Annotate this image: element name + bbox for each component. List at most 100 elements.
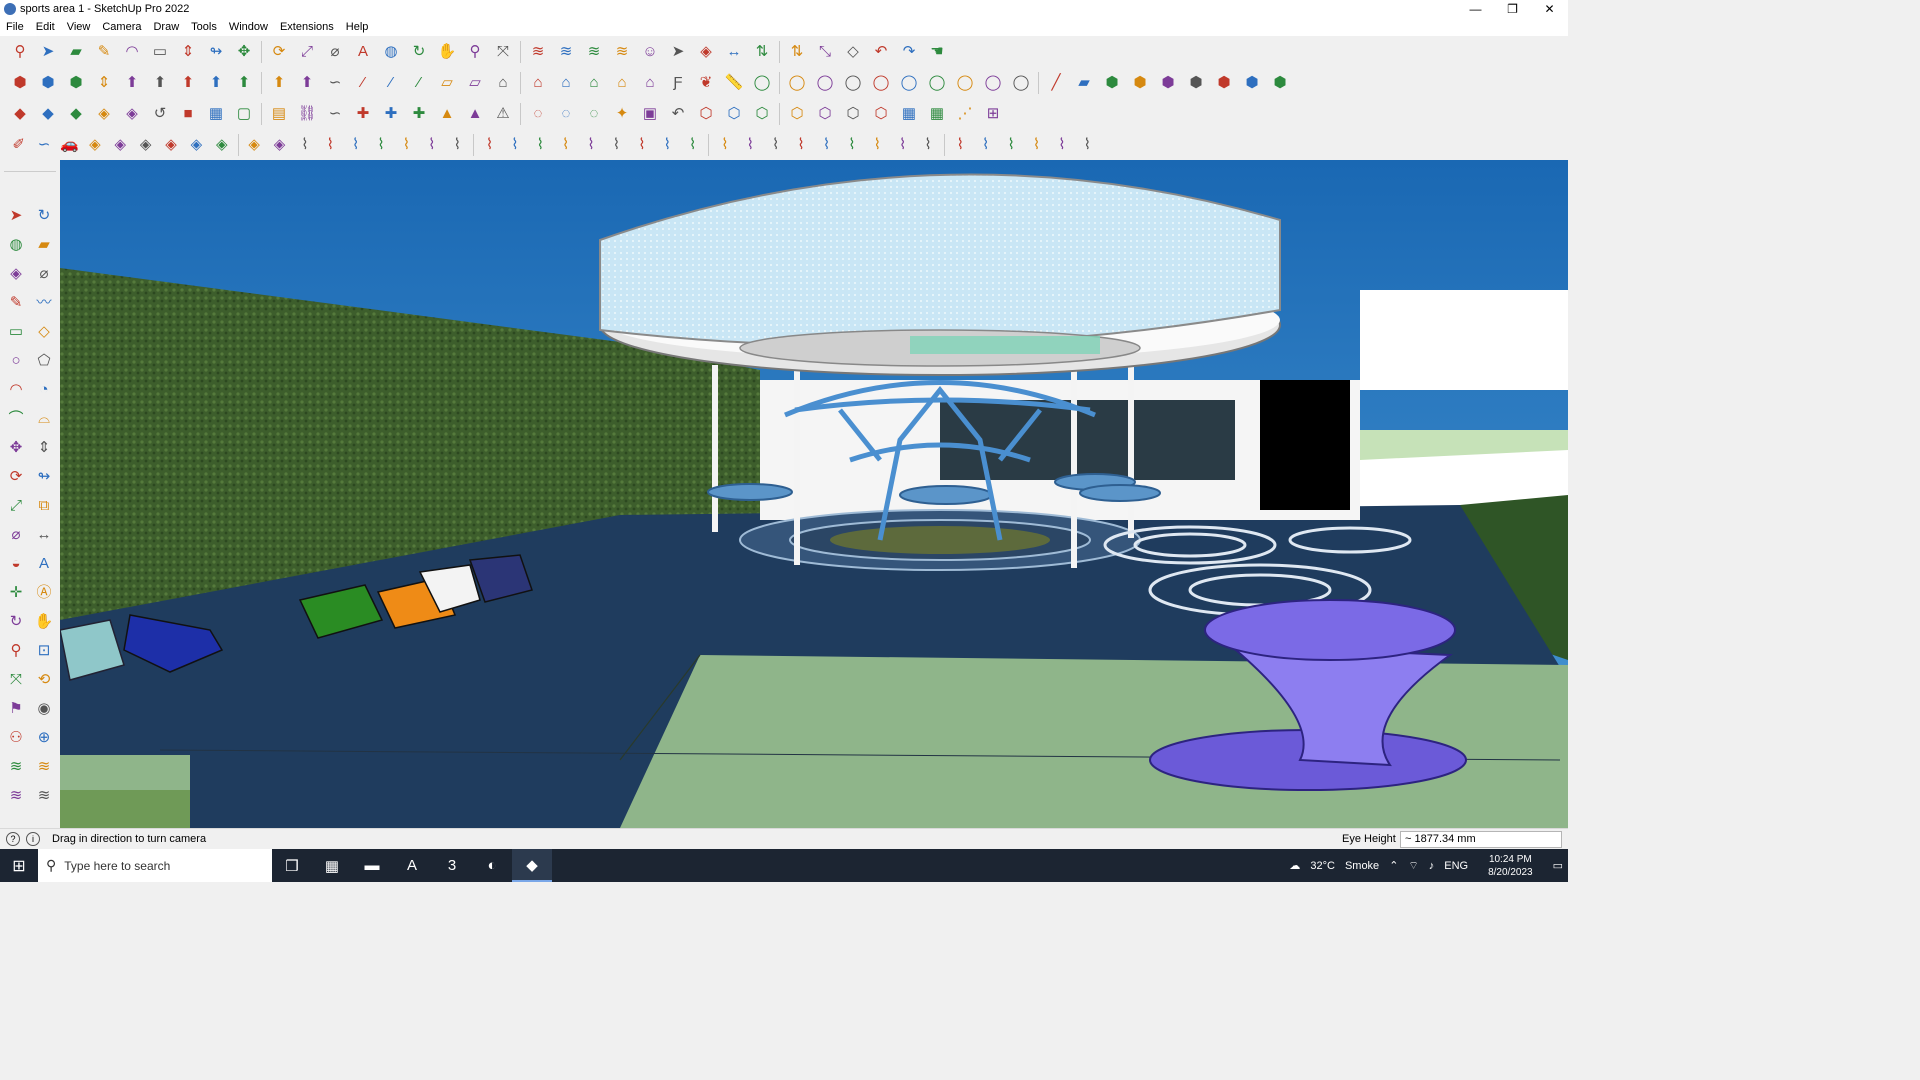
- plane-icon[interactable]: ▱: [435, 71, 459, 95]
- shape-icon[interactable]: ◯: [925, 71, 949, 95]
- stair-icon[interactable]: ⌇: [294, 133, 315, 157]
- sandbox-icon[interactable]: ≋: [4, 754, 28, 778]
- toolbar-grip[interactable]: [4, 164, 56, 172]
- taskbar-search[interactable]: ⚲ Type here to search: [38, 849, 272, 882]
- 3d-text-icon[interactable]: Ⓐ: [32, 580, 56, 604]
- house-icon[interactable]: ⌂: [638, 71, 662, 95]
- stair-icon[interactable]: ⌇: [841, 133, 862, 157]
- stair-icon[interactable]: ⌇: [714, 133, 735, 157]
- tape-measure-icon[interactable]: ⌀: [32, 261, 56, 285]
- shape-icon[interactable]: ◯: [869, 71, 893, 95]
- arc-icon[interactable]: ◠: [120, 40, 144, 64]
- rotate-icon[interactable]: ⟳: [4, 464, 28, 488]
- extrude-icon[interactable]: ⬆: [148, 71, 172, 95]
- offset-icon[interactable]: ⧉: [32, 493, 56, 517]
- component-icon[interactable]: ◈: [135, 133, 156, 157]
- acrobat-icon[interactable]: A: [392, 849, 432, 882]
- sandbox-icon[interactable]: ≋: [32, 754, 56, 778]
- rectangle-icon[interactable]: ▭: [4, 319, 28, 343]
- cross-icon[interactable]: ✚: [351, 102, 375, 126]
- stair-icon[interactable]: ⌇: [816, 133, 837, 157]
- section-plane-icon[interactable]: ⊕: [32, 725, 56, 749]
- undo-icon[interactable]: ↶: [666, 102, 690, 126]
- plane-icon[interactable]: ▱: [463, 71, 487, 95]
- shapes-icon[interactable]: ⬡: [750, 102, 774, 126]
- stair-icon[interactable]: ⌇: [765, 133, 786, 157]
- stair-icon[interactable]: ⌇: [1051, 133, 1072, 157]
- walk-icon[interactable]: ⚇: [4, 725, 28, 749]
- ruler-icon[interactable]: 📏: [722, 71, 746, 95]
- orbit-icon[interactable]: ↻: [32, 203, 56, 227]
- close-button[interactable]: ✕: [1531, 0, 1568, 18]
- curve-icon[interactable]: ∽: [33, 133, 54, 157]
- page-icon[interactable]: ▢: [232, 102, 256, 126]
- cross-icon[interactable]: ✚: [407, 102, 431, 126]
- stair-icon[interactable]: ⌇: [1000, 133, 1021, 157]
- arc-2pt-icon[interactable]: ⌓: [32, 406, 56, 430]
- 3dsmax-icon[interactable]: 3: [432, 849, 472, 882]
- menu-camera[interactable]: Camera: [102, 21, 141, 33]
- box-3d-icon[interactable]: ⬢: [1184, 71, 1208, 95]
- chain-icon[interactable]: ⛓: [295, 102, 319, 126]
- section-icon[interactable]: ⇅: [785, 40, 809, 64]
- shape-icon[interactable]: ◯: [750, 71, 774, 95]
- stair-icon[interactable]: ⌇: [1026, 133, 1047, 157]
- freehand-icon[interactable]: 〰: [32, 290, 56, 314]
- shape-icon[interactable]: ◯: [841, 71, 865, 95]
- house-icon[interactable]: ⌂: [491, 71, 515, 95]
- undo-icon[interactable]: ↶: [869, 40, 893, 64]
- slash-icon[interactable]: ⁄: [351, 71, 375, 95]
- select-arrow-icon[interactable]: ➤: [36, 40, 60, 64]
- stair-icon[interactable]: ⌇: [606, 133, 627, 157]
- axes-icon[interactable]: ✛: [4, 580, 28, 604]
- select-tool-icon[interactable]: ➤: [666, 40, 690, 64]
- task-view-icon[interactable]: ❒: [272, 849, 312, 882]
- stair-icon[interactable]: ⌇: [421, 133, 442, 157]
- component-icon[interactable]: ◈: [84, 133, 105, 157]
- box-3d-icon[interactable]: ⬢: [8, 71, 32, 95]
- eraser-icon[interactable]: ▰: [64, 40, 88, 64]
- cone-icon[interactable]: ▲: [435, 102, 459, 126]
- notifications-icon[interactable]: ▭: [1553, 859, 1563, 872]
- menu-edit[interactable]: Edit: [36, 21, 55, 33]
- move-icon[interactable]: ✥: [232, 40, 256, 64]
- stair-icon[interactable]: ⌇: [682, 133, 703, 157]
- cone-icon[interactable]: ▲: [463, 102, 487, 126]
- push-pull-icon[interactable]: ⇕: [176, 40, 200, 64]
- text-icon[interactable]: A: [351, 40, 375, 64]
- zoom-extents-icon[interactable]: ⤧: [4, 667, 28, 691]
- component-icon[interactable]: ◈: [120, 102, 144, 126]
- edge-icon[interactable]: ◐: [472, 849, 512, 882]
- font-icon[interactable]: Ƒ: [666, 71, 690, 95]
- follow-me-icon[interactable]: ↬: [204, 40, 228, 64]
- calculator-icon[interactable]: ▦: [312, 849, 352, 882]
- stair-icon[interactable]: ⌇: [396, 133, 417, 157]
- stair-icon[interactable]: ⌇: [975, 133, 996, 157]
- arc-3pt-icon[interactable]: ⌒: [4, 406, 28, 430]
- component-icon[interactable]: ◈: [694, 40, 718, 64]
- info-icon[interactable]: i: [26, 832, 40, 846]
- sandbox-icon[interactable]: ≋: [582, 40, 606, 64]
- network-icon[interactable]: ⌔: [1408, 859, 1418, 873]
- zoom-extents-icon[interactable]: ⤧: [491, 40, 515, 64]
- tape-measure-icon[interactable]: ⌀: [323, 40, 347, 64]
- component-icon[interactable]: ◈: [110, 133, 131, 157]
- draw-icon[interactable]: ✐: [8, 133, 29, 157]
- component-icon[interactable]: ◈: [186, 133, 207, 157]
- hand-icon[interactable]: ☚: [925, 40, 949, 64]
- component-icon[interactable]: ◈: [92, 102, 116, 126]
- transform-icon[interactable]: ⤡: [813, 40, 837, 64]
- zoom-icon[interactable]: ⚲: [4, 638, 28, 662]
- stair-icon[interactable]: ⌇: [892, 133, 913, 157]
- box-3d-icon[interactable]: ⬢: [1268, 71, 1292, 95]
- red-square-icon[interactable]: ■: [176, 102, 200, 126]
- shape-icon[interactable]: ◯: [813, 71, 837, 95]
- shape-icon[interactable]: ◯: [1009, 71, 1033, 95]
- menu-window[interactable]: Window: [229, 21, 268, 33]
- follow-me-icon[interactable]: ↬: [32, 464, 56, 488]
- shapes-icon[interactable]: ⬡: [813, 102, 837, 126]
- sandbox-icon[interactable]: ≋: [554, 40, 578, 64]
- menu-draw[interactable]: Draw: [153, 21, 179, 33]
- component-icon[interactable]: ◈: [160, 133, 181, 157]
- car-icon[interactable]: 🚗: [59, 133, 80, 157]
